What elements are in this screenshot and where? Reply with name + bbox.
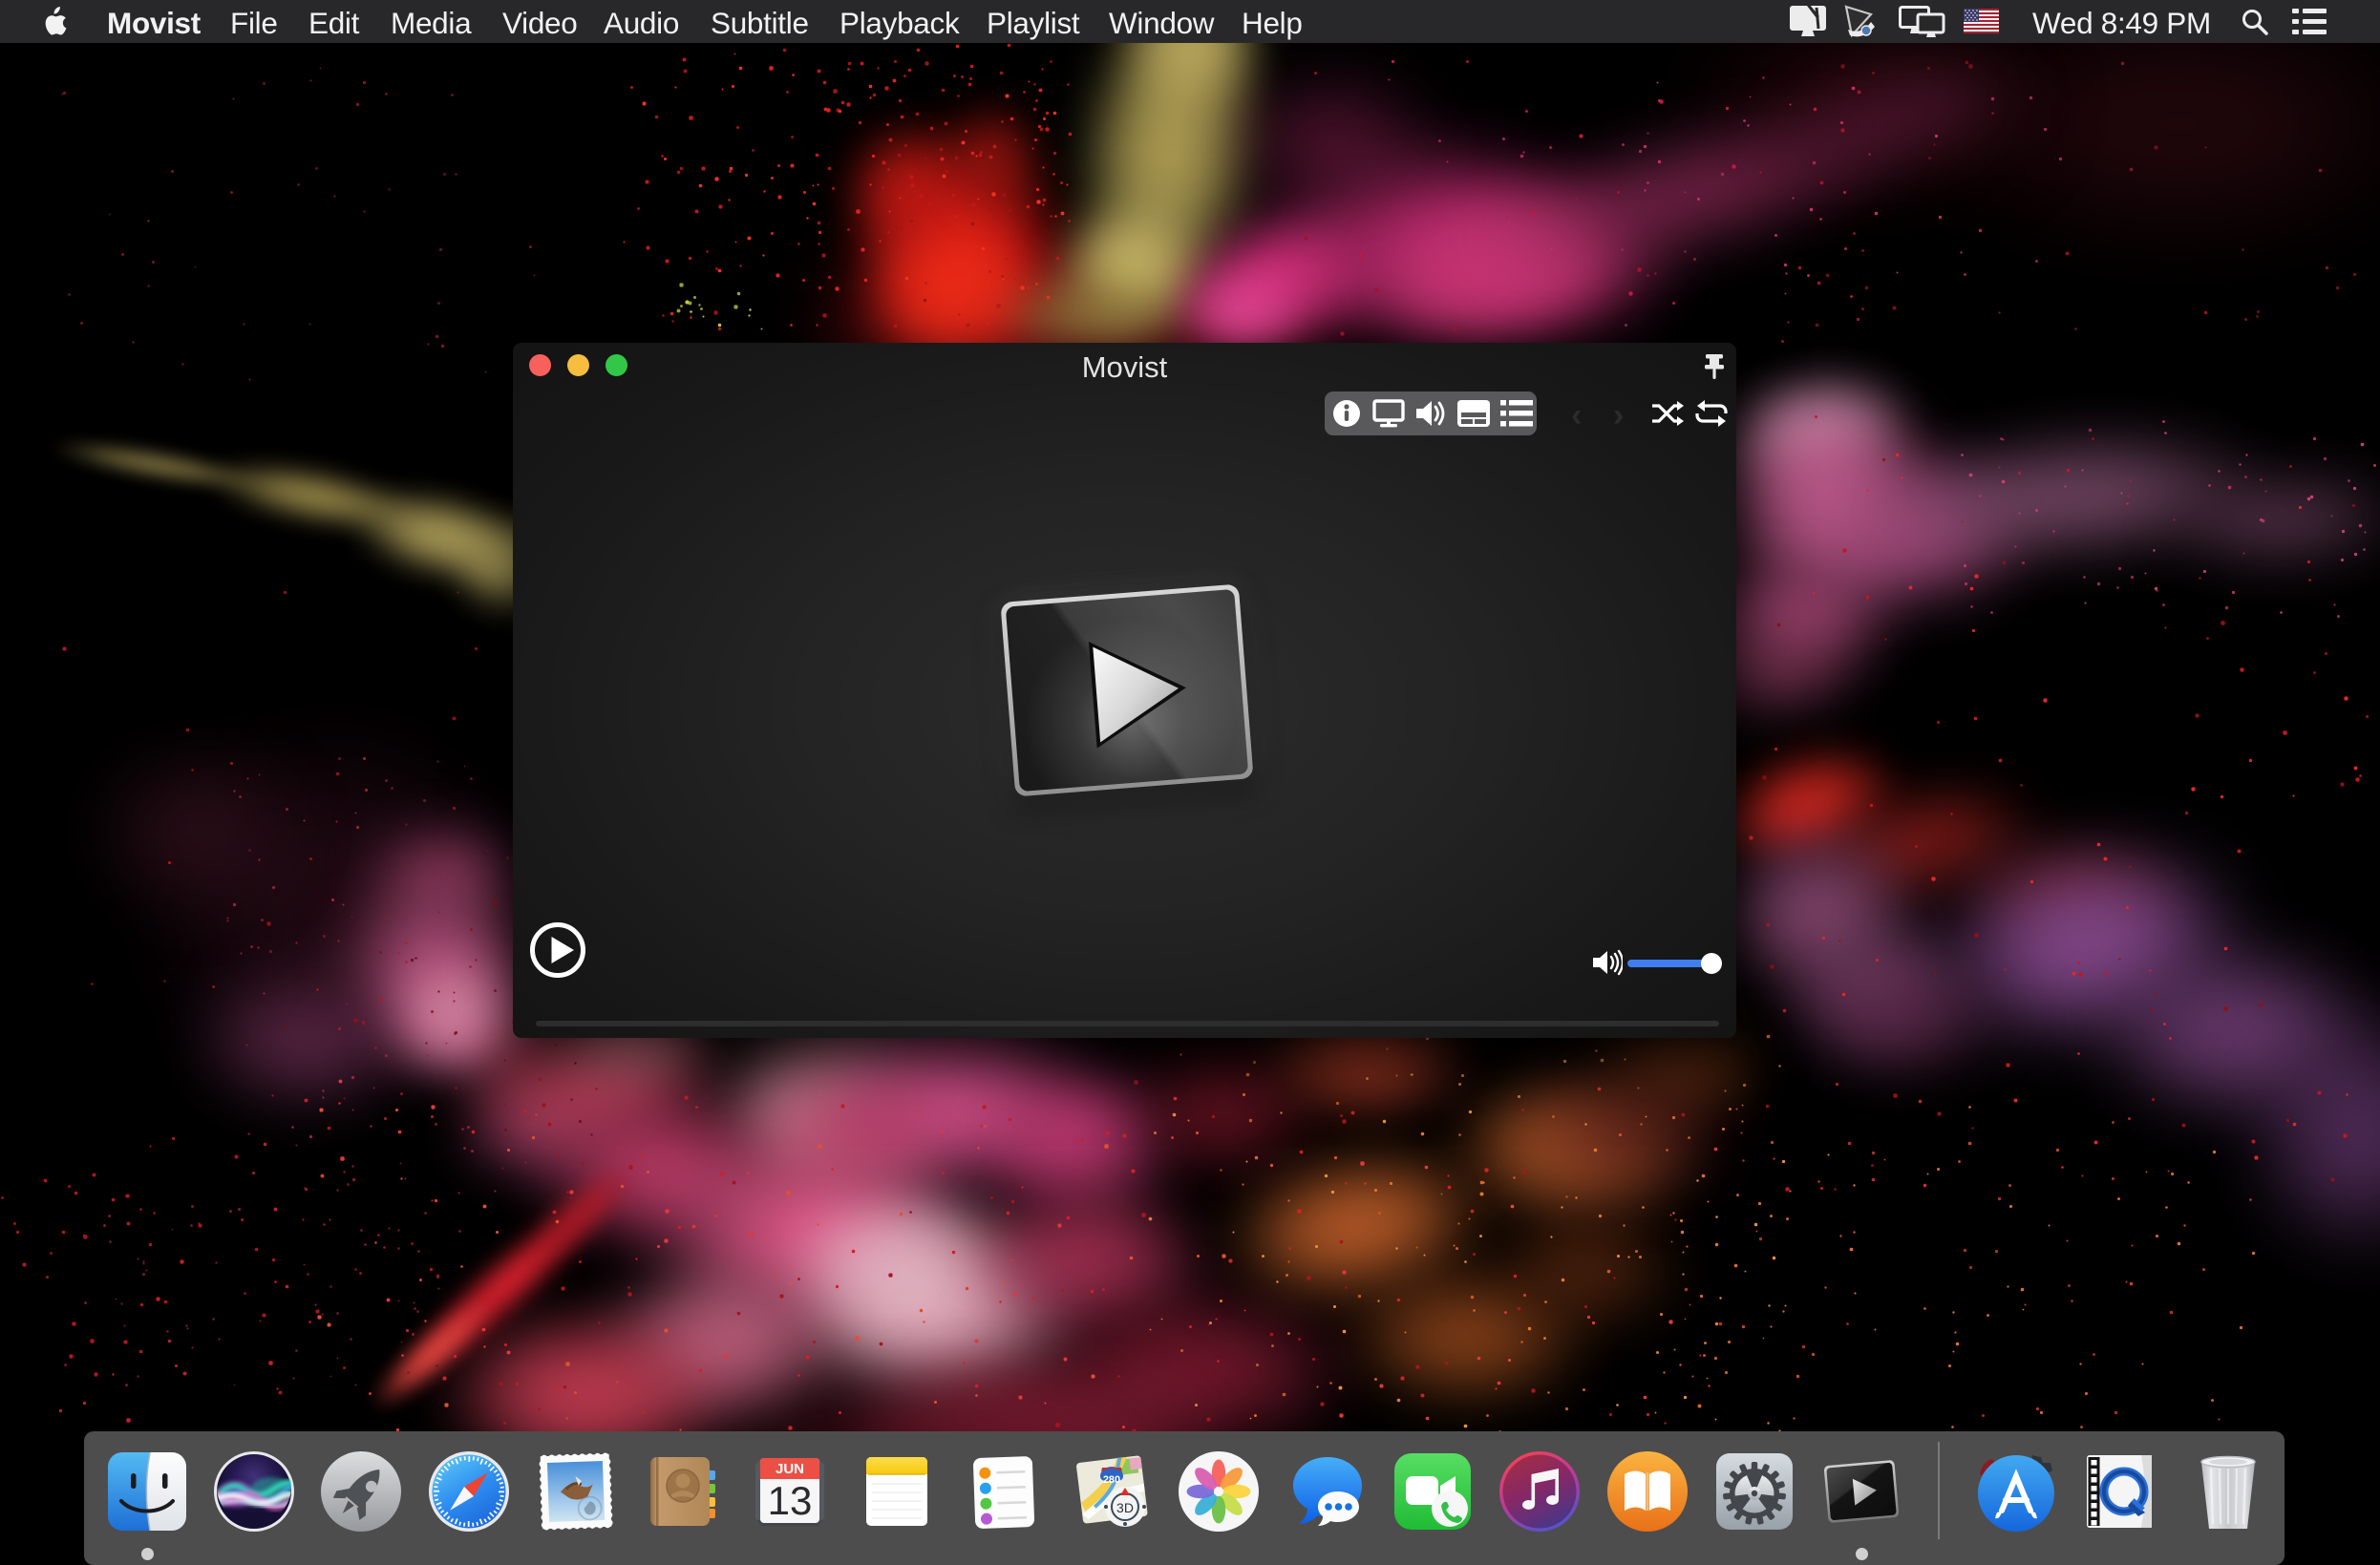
svg-text:280: 280 (1103, 1474, 1120, 1486)
svg-text:13: 13 (768, 1478, 813, 1523)
svg-text:JUN: JUN (776, 1461, 804, 1477)
svg-text:3D: 3D (1116, 1500, 1134, 1515)
